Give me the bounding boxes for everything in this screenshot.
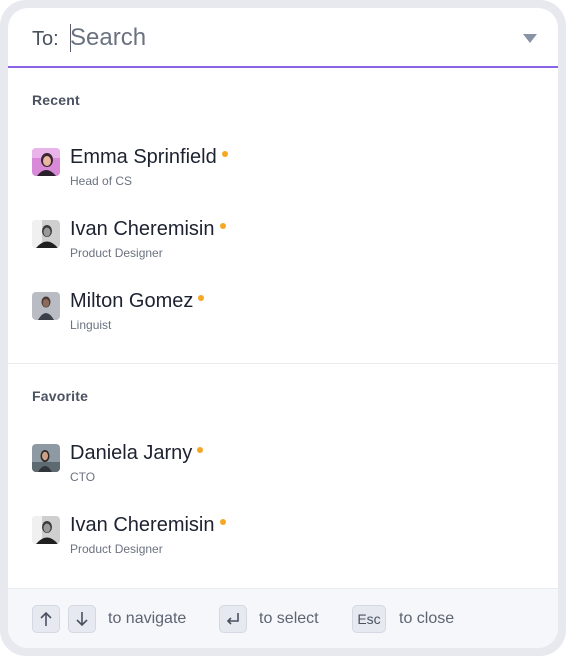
arrow-up-icon bbox=[40, 611, 52, 626]
person-name: Milton Gomez bbox=[70, 290, 205, 313]
recent-section-label: Recent bbox=[32, 92, 80, 108]
dropdown-toggle[interactable] bbox=[520, 28, 540, 48]
enter-key-icon bbox=[226, 613, 239, 625]
search-bar: To: bbox=[8, 8, 558, 68]
dialog-frame: To: Recent Emma Sprinfield Head of CS bbox=[0, 0, 566, 656]
select-hint: to select bbox=[259, 610, 319, 627]
recent-person-milton[interactable]: Milton Gomez Linguist bbox=[32, 290, 432, 336]
avatar bbox=[32, 516, 60, 544]
chevron-down-icon bbox=[523, 33, 537, 43]
recipient-picker: To: Recent Emma Sprinfield Head of CS bbox=[8, 8, 558, 648]
person-name: Emma Sprinfield bbox=[70, 146, 228, 169]
person-name: Ivan Cheremisin bbox=[70, 218, 226, 241]
esc-key: Esc bbox=[352, 605, 386, 633]
online-status-dot bbox=[197, 446, 204, 453]
person-role: Linguist bbox=[70, 318, 112, 332]
arrow-down-icon bbox=[76, 612, 88, 627]
person-role: Product Designer bbox=[70, 246, 163, 260]
person-name: Ivan Cheremisin bbox=[70, 514, 226, 537]
person-role: Product Designer bbox=[70, 542, 163, 556]
to-label: To: bbox=[32, 28, 59, 50]
enter-key bbox=[219, 605, 247, 633]
online-status-dot bbox=[219, 518, 226, 525]
recent-person-emma[interactable]: Emma Sprinfield Head of CS bbox=[32, 146, 432, 192]
recent-person-ivan[interactable]: Ivan Cheremisin Product Designer bbox=[32, 218, 432, 264]
online-status-dot bbox=[221, 150, 228, 157]
person-role: Head of CS bbox=[70, 174, 133, 188]
avatar bbox=[32, 292, 60, 320]
arrow-down-key bbox=[68, 605, 96, 633]
online-status-dot bbox=[198, 294, 205, 301]
favorite-section-label: Favorite bbox=[32, 388, 89, 404]
section-divider bbox=[8, 363, 558, 364]
favorite-person-daniela[interactable]: Daniela Jarny CTO bbox=[32, 442, 432, 488]
online-status-dot bbox=[219, 222, 226, 229]
avatar bbox=[32, 148, 60, 176]
arrow-up-key bbox=[32, 605, 60, 633]
keyboard-hints-footer: to navigate to select Esc to close bbox=[8, 588, 558, 648]
avatar bbox=[32, 444, 60, 472]
close-hint: to close bbox=[399, 610, 455, 627]
search-input[interactable] bbox=[70, 22, 490, 54]
favorite-person-ivan[interactable]: Ivan Cheremisin Product Designer bbox=[32, 514, 432, 560]
person-role: CTO bbox=[70, 470, 96, 484]
person-name: Daniela Jarny bbox=[70, 442, 204, 465]
navigate-hint: to navigate bbox=[108, 610, 187, 627]
avatar bbox=[32, 220, 60, 248]
